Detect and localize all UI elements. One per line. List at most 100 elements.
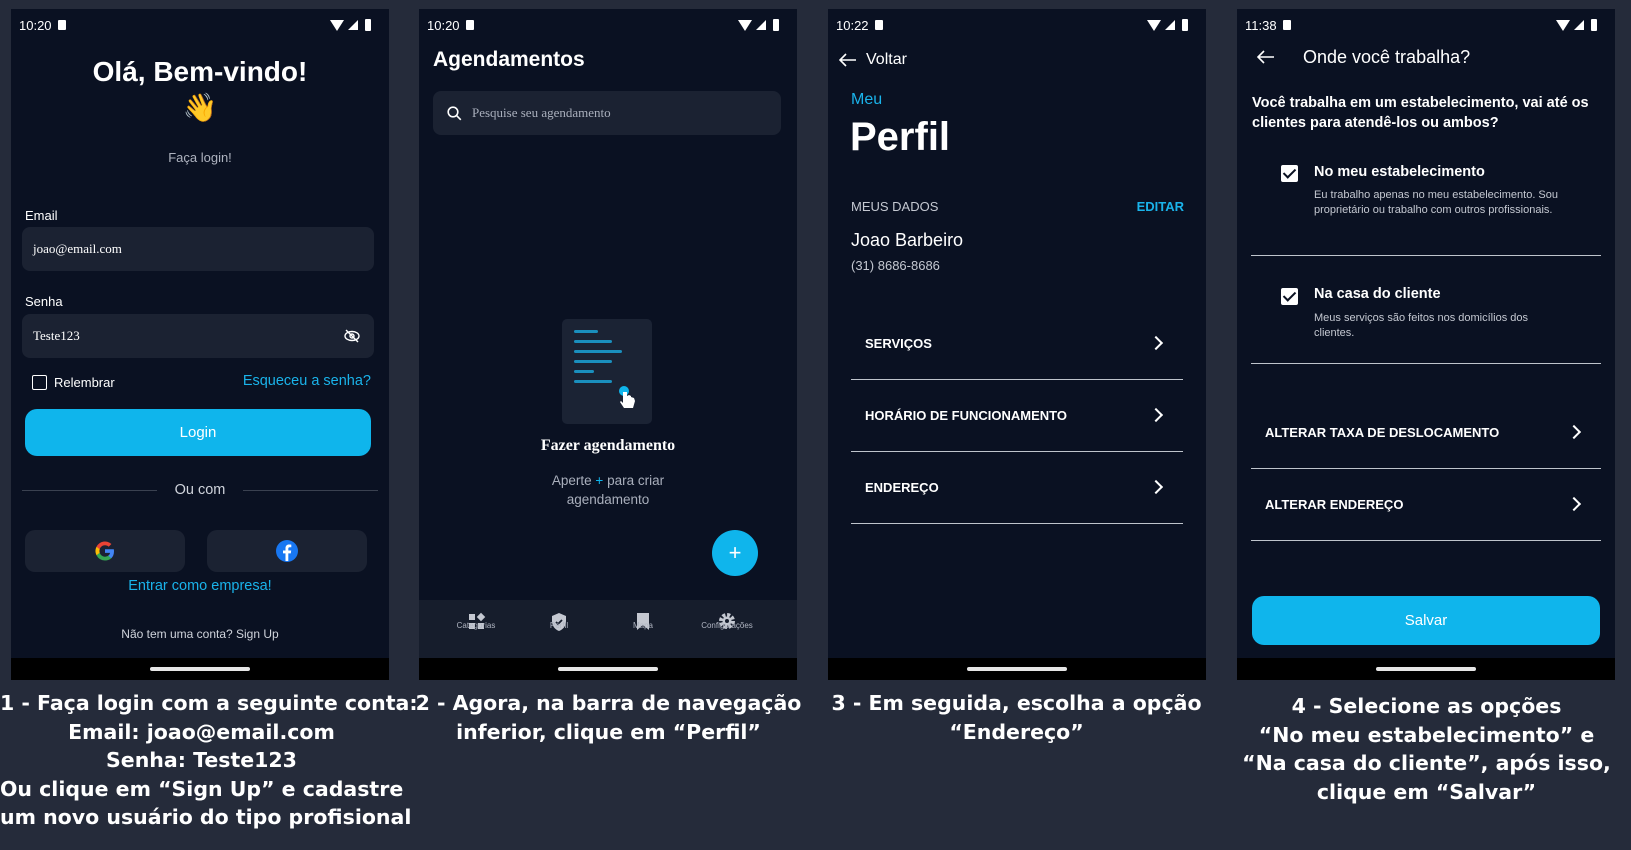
caption-line: 3 - Em seguida, escolha a opção bbox=[831, 691, 1202, 715]
section-label: MEUS DADOS bbox=[851, 199, 939, 214]
status-bar: 11:38 bbox=[1245, 13, 1597, 37]
google-icon bbox=[95, 541, 114, 561]
email-value: joao@email.com bbox=[33, 241, 122, 256]
caption-line: 2 - Agora, na barra de navegação bbox=[415, 691, 802, 715]
hint-line2: agendamento bbox=[566, 492, 650, 507]
caption-line: inferior, clique em “Perfil” bbox=[456, 719, 761, 744]
question-text: Você trabalha em um estabelecimento, vai… bbox=[1252, 95, 1589, 131]
forgot-password-link[interactable]: Esqueceu a senha? bbox=[243, 373, 371, 389]
page-title: Onde você trabalha? bbox=[1303, 47, 1471, 67]
caption-step1: 1 - Faça login com a seguinte conta: Ema… bbox=[0, 689, 418, 832]
edit-button[interactable]: EDITAR bbox=[1137, 199, 1184, 214]
company-login-link[interactable]: Entrar como empresa! bbox=[11, 578, 389, 594]
password-value: Teste123 bbox=[33, 328, 80, 343]
user-name: Joao Barbeiro bbox=[851, 230, 964, 250]
caption-line: “No meu estabelecimento” e bbox=[1258, 722, 1595, 747]
status-bar: 10:22 bbox=[836, 13, 1188, 37]
caption-step3: 3 - Em seguida, escolha a opção “Endereç… bbox=[818, 689, 1215, 746]
chevron-right-icon bbox=[1148, 335, 1164, 350]
caption-line: 1 - Faça login com a seguinte conta: bbox=[0, 691, 418, 715]
divider-right bbox=[243, 490, 378, 491]
status-time: 10:20 bbox=[19, 17, 52, 33]
menu-label: SERVIÇOS bbox=[865, 336, 932, 351]
facebook-icon bbox=[276, 540, 298, 562]
wifi-icon bbox=[1147, 19, 1161, 31]
facebook-login-button[interactable] bbox=[207, 530, 367, 572]
wifi-icon bbox=[738, 19, 752, 31]
signal-icon bbox=[348, 20, 358, 30]
save-button[interactable]: Salvar bbox=[1252, 596, 1600, 645]
page-title: Agendamentos bbox=[433, 48, 585, 71]
option2-desc: Meus serviços são feitos nos domicílios … bbox=[1314, 312, 1528, 339]
appointments-screen: 10:20 Agendamentos Pesquise seu agendame… bbox=[419, 9, 797, 680]
chevron-right-icon bbox=[1566, 424, 1582, 439]
caption-step4: 4 - Selecione as opções “No meu estabele… bbox=[1226, 692, 1627, 806]
signup-link[interactable]: Não tem uma conta? Sign Up bbox=[11, 627, 389, 641]
caption-line: Senha: Teste123 bbox=[106, 748, 297, 772]
sd-card-icon bbox=[874, 20, 883, 30]
battery-icon bbox=[1591, 19, 1597, 31]
chevron-right-icon bbox=[1566, 496, 1582, 511]
password-field[interactable]: Teste123 bbox=[22, 314, 374, 358]
battery-icon bbox=[1182, 19, 1188, 31]
sd-card-icon bbox=[465, 20, 474, 30]
menu-label: ALTERAR TAXA DE DESLOCAMENTO bbox=[1265, 425, 1500, 440]
password-label: Senha bbox=[25, 294, 63, 309]
nav-perfil[interactable]: Perfil bbox=[524, 621, 594, 630]
google-login-button[interactable] bbox=[25, 530, 185, 572]
email-field[interactable]: joao@email.com bbox=[22, 227, 374, 271]
menu-taxa-deslocamento[interactable]: ALTERAR TAXA DE DESLOCAMENTO bbox=[1251, 397, 1601, 469]
arrow-left-icon bbox=[839, 53, 856, 67]
back-label: Voltar bbox=[866, 51, 907, 68]
status-bar: 10:20 bbox=[19, 13, 371, 37]
caption-line: Ou clique em “Sign Up” e cadastre bbox=[0, 776, 404, 801]
option2-checkbox[interactable] bbox=[1281, 288, 1298, 305]
home-indicator bbox=[11, 658, 389, 680]
search-input[interactable]: Pesquise seu agendamento bbox=[433, 91, 781, 135]
hint-post: para criar bbox=[607, 473, 665, 488]
menu-servicos[interactable]: SERVIÇOS bbox=[851, 308, 1183, 380]
option1-checkbox[interactable] bbox=[1281, 165, 1298, 182]
signal-icon bbox=[1574, 20, 1584, 30]
back-button[interactable]: Voltar bbox=[839, 51, 907, 69]
login-subtitle: Faça login! bbox=[168, 150, 232, 165]
signal-icon bbox=[756, 20, 766, 30]
wave-icon: 👋 bbox=[182, 92, 218, 123]
home-indicator bbox=[419, 658, 797, 680]
hint-pre: Aperte bbox=[551, 473, 592, 488]
status-time: 10:22 bbox=[836, 17, 869, 33]
email-label: Email bbox=[25, 208, 58, 223]
add-appointment-button[interactable]: + bbox=[712, 530, 758, 576]
login-button[interactable]: Login bbox=[25, 409, 371, 456]
menu-endereco[interactable]: ENDEREÇO bbox=[851, 452, 1183, 524]
menu-label: HORÁRIO DE FUNCIONAMENTO bbox=[865, 408, 1067, 423]
menu-horario[interactable]: HORÁRIO DE FUNCIONAMENTO bbox=[851, 380, 1183, 452]
caption-line: “Endereço” bbox=[949, 719, 1084, 744]
option1-desc: Eu trabalho apenas no meu estabeleciment… bbox=[1314, 189, 1558, 216]
nav-categorias[interactable]: Categorias bbox=[441, 621, 511, 630]
divider bbox=[1251, 255, 1601, 256]
status-time: 11:38 bbox=[1245, 17, 1277, 33]
sd-card-icon bbox=[1282, 20, 1291, 30]
wifi-icon bbox=[1556, 19, 1570, 31]
hand-pointer-icon bbox=[619, 386, 635, 408]
menu-alterar-endereco[interactable]: ALTERAR ENDEREÇO bbox=[1251, 469, 1601, 541]
remember-label: Relembrar bbox=[54, 375, 115, 390]
caption-line: “Na casa do cliente”, após isso, bbox=[1242, 751, 1611, 775]
sd-card-icon bbox=[57, 20, 66, 30]
nav-mapa[interactable]: Mapa bbox=[608, 621, 678, 630]
eye-off-icon[interactable] bbox=[344, 329, 360, 343]
home-indicator bbox=[828, 658, 1206, 680]
caption-line: 4 - Selecione as opções bbox=[1291, 694, 1562, 718]
status-time: 10:20 bbox=[427, 17, 460, 33]
caption-line: clique em “Salvar” bbox=[1316, 779, 1537, 804]
option2-title: Na casa do cliente bbox=[1314, 286, 1441, 302]
user-phone: (31) 8686-8686 bbox=[851, 258, 940, 273]
search-placeholder: Pesquise seu agendamento bbox=[472, 105, 611, 120]
remember-checkbox[interactable] bbox=[32, 375, 47, 390]
login-screen: 10:20 Olá, Bem-vindo! 👋 Faça login! Emai… bbox=[11, 9, 389, 680]
wifi-icon bbox=[330, 19, 344, 31]
arrow-left-icon[interactable] bbox=[1257, 50, 1274, 64]
chevron-right-icon bbox=[1148, 479, 1164, 494]
nav-configuracoes[interactable]: Configurações bbox=[692, 621, 762, 630]
